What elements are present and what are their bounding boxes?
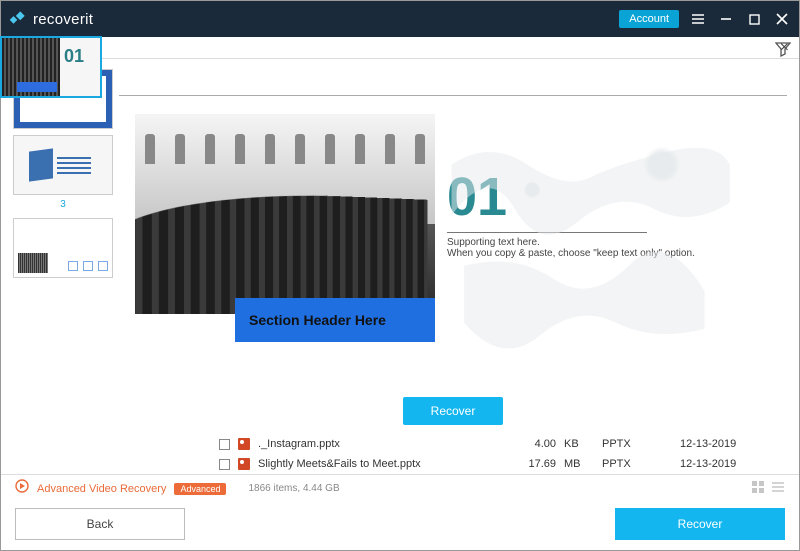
app-name: recoverit (33, 11, 93, 28)
pptx-icon (238, 458, 250, 470)
thumbnail-4[interactable] (13, 218, 113, 278)
preview-recover-button[interactable]: Recover (403, 397, 504, 425)
back-button[interactable]: Back (15, 508, 185, 540)
menu-icon[interactable] (689, 10, 707, 28)
file-row[interactable]: ._Instagram.pptx 4.00 KB PPTX 12-13-2019 (219, 434, 785, 454)
file-checkbox[interactable] (219, 459, 230, 470)
advanced-badge: Advanced (174, 483, 226, 495)
titlebar-controls: Account (619, 10, 791, 28)
file-date: 12-13-2019 (680, 458, 770, 470)
preview-file-bar: 2.pptx (3.60 MB) × (1, 37, 799, 59)
slide-preview-wrap: Section Header Here 01 Supporting text h… (119, 65, 787, 432)
file-name: ._Instagram.pptx (258, 438, 478, 450)
close-icon[interactable] (773, 10, 791, 28)
file-name: Slightly Meets&Fails to Meet.pptx (258, 458, 478, 470)
file-type: PPTX (602, 458, 672, 470)
view-toggle (751, 480, 785, 497)
thumb3-bar (17, 82, 57, 92)
lines-decor (57, 157, 97, 174)
advanced-video-recovery[interactable]: Advanced Video Recovery Advanced (15, 479, 226, 498)
app-window: recoverit Account 2.pptx (3.60 MB) × 201… (0, 0, 800, 551)
section-header-box: Section Header Here (235, 298, 435, 342)
account-button[interactable]: Account (619, 10, 679, 28)
world-map-decor (435, 114, 759, 367)
section-header-text: Section Header Here (249, 312, 386, 328)
file-list: ._Instagram.pptx 4.00 KB PPTX 12-13-2019… (1, 432, 799, 474)
avr-icon (15, 479, 29, 498)
app-logo: recoverit (9, 10, 93, 28)
thumb4-mini (18, 253, 48, 273)
file-date: 12-13-2019 (680, 438, 770, 450)
recoverit-logo-icon (9, 10, 27, 28)
slide-photo (135, 114, 435, 314)
slide-right-area: 01 Supporting text here. When you copy &… (435, 114, 759, 367)
filter-icon[interactable] (775, 41, 791, 62)
slide-stage: Section Header Here 01 Supporting text h… (119, 95, 787, 385)
list-view-icon[interactable] (771, 480, 785, 497)
file-size: 4.00 (486, 438, 556, 450)
avr-label: Advanced Video Recovery (37, 483, 166, 495)
thumbnail-2[interactable] (13, 135, 113, 195)
thumb-label-3: 3 (60, 199, 66, 210)
maximize-icon[interactable] (745, 10, 763, 28)
content-area: 2.pptx (3.60 MB) × 2018 REPORT 01 3 (1, 37, 799, 550)
thumb4-boxes (68, 261, 108, 271)
pptx-icon (238, 438, 250, 450)
grid-view-icon[interactable] (751, 480, 765, 497)
photo-statues (145, 134, 425, 174)
thumb3-num: 01 (64, 65, 84, 67)
items-summary: 1866 items, 4.44 GB (248, 483, 339, 494)
book-icon (29, 148, 53, 181)
recover-button[interactable]: Recover (615, 508, 785, 540)
file-unit: MB (564, 458, 594, 470)
file-unit: KB (564, 438, 594, 450)
file-row[interactable]: Slightly Meets&Fails to Meet.pptx 17.69 … (219, 454, 785, 474)
minimize-icon[interactable] (717, 10, 735, 28)
footer: Back Recover (1, 500, 799, 550)
file-size: 17.69 (486, 458, 556, 470)
thumbnail-3[interactable]: 01 (7, 65, 101, 97)
titlebar: recoverit Account (1, 1, 799, 37)
preview-area: 2018 REPORT 01 3 (1, 59, 799, 432)
file-type: PPTX (602, 438, 672, 450)
file-checkbox[interactable] (219, 439, 230, 450)
slide-thumbnails: 2018 REPORT 01 3 (7, 65, 119, 432)
bottom-bar: Advanced Video Recovery Advanced 1866 it… (1, 474, 799, 500)
slide-content: Section Header Here 01 Supporting text h… (135, 114, 759, 367)
